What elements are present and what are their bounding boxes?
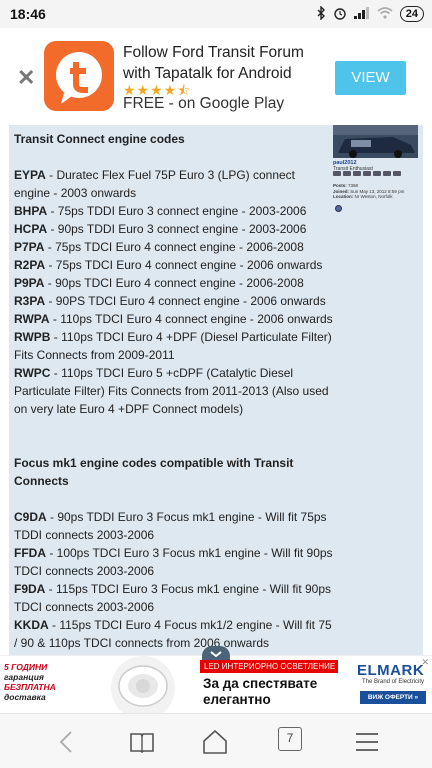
promo-subtitle: FREE - on Google Play xyxy=(123,95,285,112)
engine-code-item: P7PA - 75ps TDCI Euro 4 connect engine -… xyxy=(14,238,334,256)
engine-description: - 90PS TDCI Euro 4 connect engine - 2006… xyxy=(45,294,326,308)
engine-description: - 75ps TDCI Euro 4 connect engine - 2006… xyxy=(45,258,323,272)
ad-brand-logo: ELMARK xyxy=(357,662,425,679)
promo-title: Follow Ford Transit Forum with Tapatalk … xyxy=(123,44,304,82)
bookmarks-icon[interactable] xyxy=(127,727,157,757)
engine-code-item: C9DA - 90ps TDDI Euro 3 Focus mk1 engine… xyxy=(14,508,334,544)
engine-description: - 75ps TDCI Euro 4 connect engine - 2006… xyxy=(44,240,304,254)
engine-code-item: R2PA - 75ps TDCI Euro 4 connect engine -… xyxy=(14,256,334,274)
engine-code-list: EYPA - Duratec Flex Fuel 75P Euro 3 (LPG… xyxy=(14,166,334,418)
engine-description: - 110ps TDCI Euro 4 +DPF (Diesel Particu… xyxy=(14,330,332,362)
section-heading: Transit Connect engine codes xyxy=(14,132,185,146)
ad-center: LED ИНТЕРИОРНО ОСВЕТЛЕНИЕ За да спестява… xyxy=(200,656,348,714)
lamp-image xyxy=(88,656,198,720)
engine-code: R2PA xyxy=(14,258,46,272)
battery-indicator: 24 xyxy=(399,6,424,22)
forum-post: Transit Connect engine codes EYPA - Dura… xyxy=(9,125,423,655)
engine-description: - 75ps TDDI Euro 3 connect engine - 2003… xyxy=(47,204,307,218)
engine-code: EYPA xyxy=(14,168,46,182)
engine-description: - 115ps TDCI Euro 4 Focus mk1/2 engine -… xyxy=(14,618,332,650)
engine-code: KKDA xyxy=(14,618,49,632)
ad-banner-label: LED ИНТЕРИОРНО ОСВЕТЛЕНИЕ xyxy=(200,660,338,673)
user-location: Nr Weston, Norfolk xyxy=(354,194,393,199)
browser-nav-bar: 7 xyxy=(0,713,432,768)
signal-icon xyxy=(353,6,370,22)
post-body: Transit Connect engine codes EYPA - Dura… xyxy=(14,130,334,652)
engine-code: C9DA xyxy=(14,510,47,524)
engine-code: BHPA xyxy=(14,204,48,218)
tapatalk-promo: ✕ Follow Ford Transit Forum with Tapatal… xyxy=(0,28,432,125)
engine-code-item: RWPB - 110ps TDCI Euro 4 +DPF (Diesel Pa… xyxy=(14,328,334,364)
engine-code-item: FFDA - 100ps TDCI Euro 3 Focus mk1 engin… xyxy=(14,544,334,580)
engine-description: - 90ps TDDI Euro 3 connect engine - 2003… xyxy=(47,222,307,236)
engine-code: RWPB xyxy=(14,330,51,344)
ad-headline: За да спестявате елегантно xyxy=(203,676,318,707)
home-icon[interactable] xyxy=(200,727,230,757)
engine-description: - 115ps TDCI Euro 3 Focus mk1 engine - W… xyxy=(14,582,332,614)
user-badges xyxy=(333,171,417,177)
wifi-icon xyxy=(377,6,393,22)
engine-code-item: HCPA - 90ps TDDI Euro 3 connect engine -… xyxy=(14,220,334,238)
engine-code-item: R3PA - 90PS TDCI Euro 4 connect engine -… xyxy=(14,292,334,310)
status-time: 18:46 xyxy=(10,6,46,22)
focus-engine-code-list: C9DA - 90ps TDDI Euro 3 Focus mk1 engine… xyxy=(14,508,334,652)
user-meta: Posts: 7368 Joined: Sun May 13, 2012 8:5… xyxy=(333,183,405,199)
status-bar: 18:46 24 xyxy=(0,0,432,28)
tapatalk-logo xyxy=(44,41,114,111)
close-icon[interactable]: ✕ xyxy=(17,65,35,91)
engine-code: RWPA xyxy=(14,312,50,326)
engine-code: HCPA xyxy=(14,222,48,236)
bluetooth-icon xyxy=(317,4,326,23)
joined-date: Sun May 13, 2012 8:59 pm xyxy=(350,188,405,194)
contact-icon[interactable] xyxy=(335,205,342,212)
ad-brand-tagline: The Brand of Electricity xyxy=(362,679,425,685)
post-count: 7368 xyxy=(348,183,359,188)
view-button[interactable]: VIEW xyxy=(335,61,406,95)
engine-code: FFDA xyxy=(14,546,46,560)
engine-code: F9DA xyxy=(14,582,46,596)
page-content[interactable]: Transit Connect engine codes EYPA - Dura… xyxy=(0,125,432,655)
ad-banner[interactable]: 5 ГОДИНИ гаранция БЕЗПЛАТНА доставка LED… xyxy=(0,646,432,720)
engine-code-item: P9PA - 90ps TDCI Euro 4 connect engine -… xyxy=(14,274,334,292)
engine-code-item: RWPA - 110ps TDCI Euro 4 connect engine … xyxy=(14,310,334,328)
user-photo[interactable] xyxy=(333,125,418,158)
ad-warranty-text: 5 ГОДИНИ гаранция БЕЗПЛАТНА доставка xyxy=(4,662,56,702)
engine-description: - 110ps TDCI Euro 4 connect engine - 200… xyxy=(49,312,333,326)
engine-code-item: RWPC - 110ps TDCI Euro 5 +cDPF (Catalyti… xyxy=(14,364,334,418)
engine-code: P9PA xyxy=(14,276,45,290)
engine-description: - 90ps TDCI Euro 4 connect engine - 2006… xyxy=(44,276,304,290)
engine-code-item: KKDA - 115ps TDCI Euro 4 Focus mk1/2 eng… xyxy=(14,616,334,652)
status-icons: 24 xyxy=(317,4,424,23)
engine-description: - Duratec Flex Fuel 75P Euro 3 (LPG) con… xyxy=(14,168,296,200)
alarm-icon xyxy=(333,6,347,23)
tabs-button[interactable]: 7 xyxy=(278,727,302,751)
engine-description: - 100ps TDCI Euro 3 Focus mk1 engine - W… xyxy=(14,546,333,578)
engine-code: RWPC xyxy=(14,366,51,380)
ad-cta-button[interactable]: ВИЖ ОФЕРТИ » xyxy=(360,691,426,704)
engine-code: P7PA xyxy=(14,240,45,254)
back-arrow-icon[interactable] xyxy=(52,727,82,757)
section-heading: Focus mk1 engine codes compatible with T… xyxy=(14,456,294,488)
ad-close-icon[interactable]: ✕ xyxy=(421,657,429,668)
user-profile-panel: paul2012 Transit Enthusiast Posts: 7368 … xyxy=(332,125,418,215)
engine-code-item: BHPA - 75ps TDDI Euro 3 connect engine -… xyxy=(14,202,334,220)
engine-description: - 90ps TDDI Euro 3 Focus mk1 engine - Wi… xyxy=(14,510,327,542)
engine-code: R3PA xyxy=(14,294,46,308)
engine-code-item: F9DA - 115ps TDCI Euro 3 Focus mk1 engin… xyxy=(14,580,334,616)
engine-description: - 110ps TDCI Euro 5 +cDPF (Catalytic Die… xyxy=(14,366,329,416)
menu-icon[interactable] xyxy=(352,727,382,757)
engine-code-item: EYPA - Duratec Flex Fuel 75P Euro 3 (LPG… xyxy=(14,166,334,202)
